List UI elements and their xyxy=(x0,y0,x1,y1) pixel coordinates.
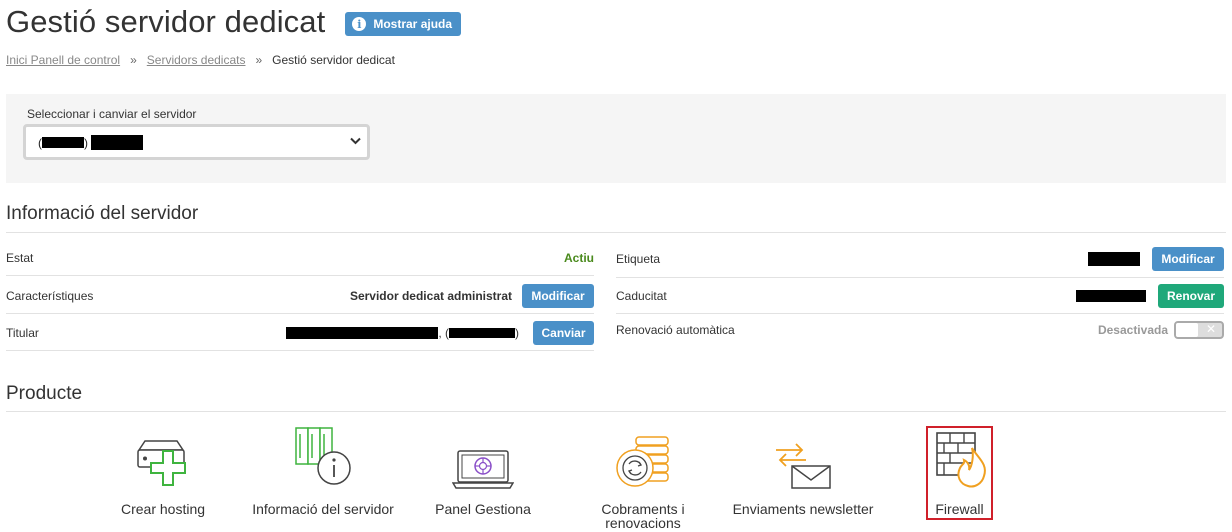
divider xyxy=(6,411,1226,412)
auto-renew-value: Desactivada xyxy=(1097,323,1168,337)
owner-label: Titular xyxy=(6,325,39,340)
status-label: Estat xyxy=(6,250,34,265)
redacted-text xyxy=(449,327,515,338)
features-value-group: Servidor dedicat administrat Modificar xyxy=(349,283,594,308)
product-create-hosting[interactable]: Crear hosting xyxy=(112,428,214,528)
info-row-expiry: Caducitat Renovar xyxy=(616,278,1224,314)
product-panel-gestiona-label: Panel Gestiona xyxy=(435,501,531,517)
show-help-button[interactable]: i Mostrar ajuda xyxy=(345,12,462,36)
info-icon: i xyxy=(352,17,367,31)
info-row-auto-renew: Renovació automàtica Desactivada ✕ xyxy=(616,312,1224,348)
product-server-info-label: Informació del servidor xyxy=(252,501,394,517)
server-selector-panel: Seleccionar i canviar el servidor ( ) xyxy=(6,94,1226,183)
expiry-label: Caducitat xyxy=(616,288,667,303)
modify-tag-button[interactable]: Modificar xyxy=(1152,246,1224,271)
renew-button[interactable]: Renovar xyxy=(1158,283,1224,308)
redacted-text xyxy=(91,135,143,150)
laptop-panel-icon xyxy=(452,450,514,489)
redacted-text xyxy=(1076,289,1146,302)
modify-features-button[interactable]: Modificar xyxy=(522,283,594,308)
server-select[interactable]: ( ) xyxy=(23,124,370,160)
expiry-value-group: Renovar xyxy=(1076,283,1224,308)
product-billing-renewals-label-line2: renovacions xyxy=(605,515,681,531)
product-create-hosting-label: Crear hosting xyxy=(120,501,206,517)
page-title: Gestió servidor dedicat xyxy=(6,4,326,39)
auto-renew-label: Renovació automàtica xyxy=(616,323,735,337)
status-value: Actiu xyxy=(564,250,594,265)
server-info-title: Informació del servidor xyxy=(6,203,199,224)
newsletter-icon xyxy=(776,443,831,489)
redacted-text xyxy=(42,137,84,148)
chevron-down-icon xyxy=(350,137,361,145)
divider xyxy=(6,232,1226,233)
close-icon: ✕ xyxy=(1205,322,1216,336)
breadcrumb: Inici Panell de control » Servidors dedi… xyxy=(6,53,395,67)
coins-icon xyxy=(616,436,669,487)
tag-label: Etiqueta xyxy=(616,251,661,266)
breadcrumb-separator: » xyxy=(255,53,263,67)
title-row: Gestió servidor dedicat i Mostrar ajuda xyxy=(6,4,462,40)
product-panel-gestiona[interactable]: Panel Gestiona xyxy=(432,436,534,528)
breadcrumb-current: Gestió servidor dedicat xyxy=(272,53,395,67)
server-add-icon xyxy=(137,440,186,486)
server-select-value: ( ) xyxy=(38,135,143,150)
auto-renew-toggle[interactable]: ✕ xyxy=(1174,321,1224,339)
product-billing-renewals[interactable]: Cobraments i renovacions xyxy=(590,432,696,531)
product-newsletter-label: Enviaments newsletter xyxy=(732,501,874,517)
breadcrumb-separator: » xyxy=(130,53,137,67)
features-value: Servidor dedicat administrat xyxy=(349,288,512,303)
breadcrumb-home-link[interactable]: Inici Panell de control xyxy=(6,53,120,67)
show-help-label: Mostrar ajuda xyxy=(373,17,453,31)
product-firewall[interactable]: Firewall xyxy=(928,428,991,518)
owner-value-group: , ( ) Canviar xyxy=(286,320,594,345)
redacted-text xyxy=(1088,251,1140,266)
info-row-features: Característiques Servidor dedicat admini… xyxy=(6,278,594,314)
product-server-info[interactable]: Informació del servidor xyxy=(246,424,400,528)
info-row-tag: Etiqueta Modificar xyxy=(616,240,1224,278)
server-info-icon xyxy=(295,427,351,485)
products-title: Producte xyxy=(6,383,83,404)
auto-renew-value-group: Desactivada ✕ xyxy=(1098,321,1224,339)
features-label: Característiques xyxy=(6,288,94,303)
info-row-owner: Titular , ( ) Canviar xyxy=(6,315,594,351)
product-billing-renewals-label-line1: Cobraments i xyxy=(601,501,685,517)
product-newsletter[interactable]: Enviaments newsletter xyxy=(728,436,878,528)
tag-value-group: Modificar xyxy=(1088,246,1224,271)
breadcrumb-dedicated-servers-link[interactable]: Servidors dedicats xyxy=(147,53,246,67)
change-owner-button[interactable]: Canviar xyxy=(533,320,594,345)
server-selector-label: Seleccionar i canviar el servidor xyxy=(27,107,197,121)
info-row-status: Estat Actiu xyxy=(6,240,594,276)
toggle-knob xyxy=(1176,323,1198,337)
product-firewall-label: Firewall xyxy=(935,501,984,517)
redacted-text xyxy=(286,326,439,339)
firewall-icon xyxy=(936,432,986,488)
